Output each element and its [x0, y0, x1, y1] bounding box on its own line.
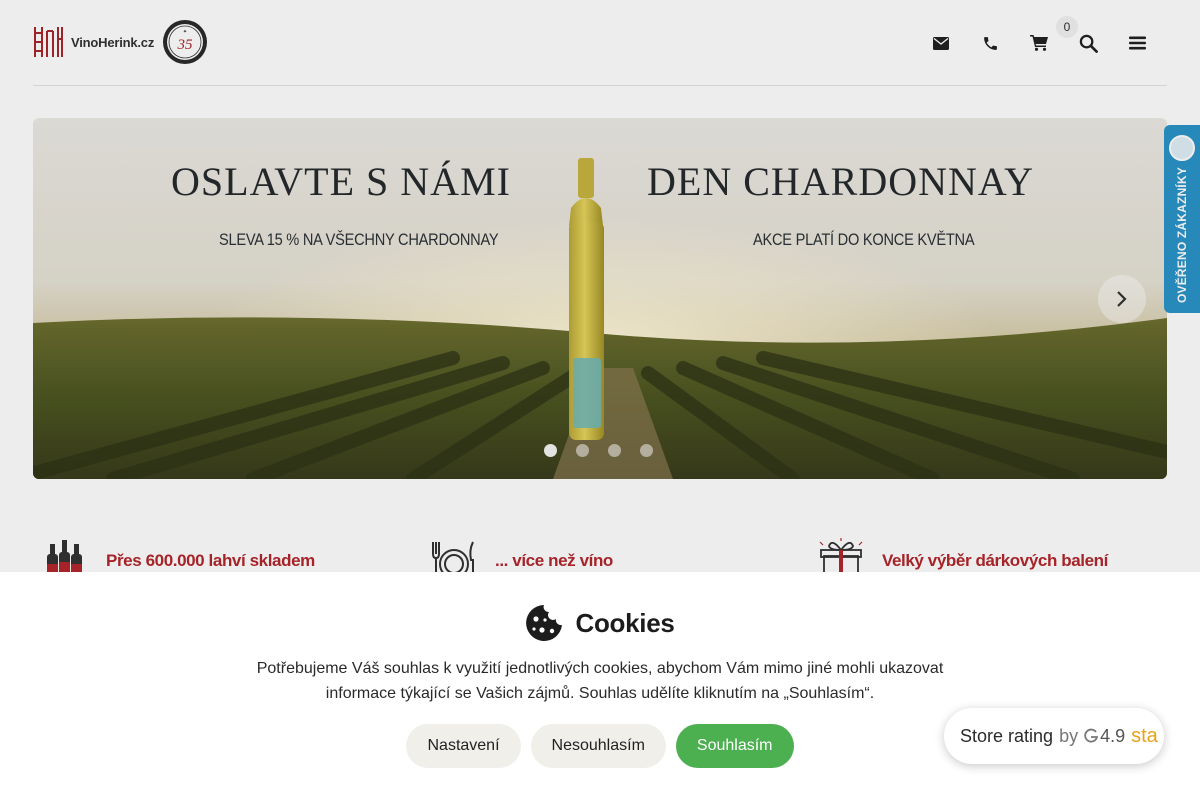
cookie-settings-button[interactable]: Nastavení: [406, 724, 521, 768]
cookie-header: Cookies: [0, 604, 1200, 642]
cookie-text-line: Potřebujeme Váš souhlas k využití jednot…: [256, 660, 944, 677]
cookie-title: Cookies: [575, 607, 675, 638]
rating-by: by: [1059, 725, 1079, 746]
cookie-decline-button[interactable]: Nesouhlasím: [530, 724, 666, 768]
cookie-consent-panel: Cookies Potřebujeme Váš souhlas k využit…: [0, 572, 1200, 800]
cookie-text-line: informace týkající se Vašich zájmů. Souh…: [325, 685, 875, 702]
rating-score: 4.9: [1100, 725, 1126, 746]
cookie-icon: [526, 605, 563, 641]
cookie-accept-button[interactable]: Souhlasím: [675, 724, 794, 768]
rating-label: Store rating: [960, 725, 1054, 746]
rating-stars: sta: [1131, 724, 1158, 747]
store-rating-widget[interactable]: Store rating by 4.9 sta: [944, 708, 1164, 764]
google-g-icon: [1084, 728, 1099, 743]
cookie-description: Potřebujeme Váš souhlas k využití jednot…: [240, 656, 960, 706]
